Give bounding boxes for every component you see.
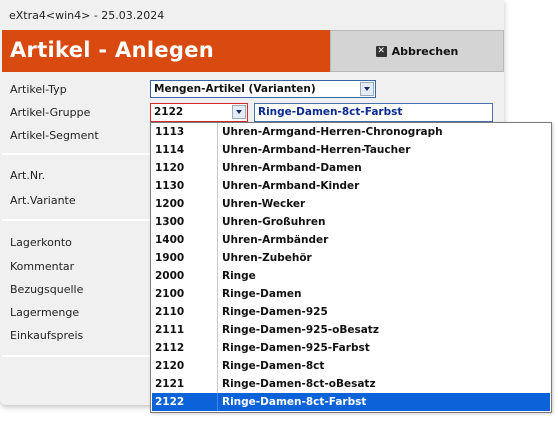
option-code: 1130 [152,177,218,195]
dropdown-option[interactable]: 2122 Ringe-Damen-8ct-Farbst [152,393,550,411]
lagerkonto-label: Lagerkonto [10,236,72,249]
close-icon: ✕ [375,45,387,57]
dropdown-option[interactable]: 1200 Uhren-Wecker [152,195,550,213]
window-title: eXtra4<win4> - 25.03.2024 [9,9,165,22]
option-code: 1900 [152,249,218,267]
artikel-typ-select[interactable]: Mengen-Artikel (Varianten) [150,80,376,98]
artikel-typ-value: Mengen-Artikel (Varianten) [154,83,316,95]
dropdown-option[interactable]: 2121 Ringe-Damen-8ct-oBesatz [152,375,550,393]
option-name: Uhren-Armgand-Herren-Chronograph [222,126,443,138]
dropdown-option[interactable]: 1300 Uhren-Großuhren [152,213,550,231]
option-code: 2112 [152,339,218,357]
artikel-gruppe-dropdown-list[interactable]: 1113 Uhren-Armgand-Herren-Chronograph 1114… [150,122,552,413]
dropdown-option[interactable]: 2000 Ringe [152,267,550,285]
dropdown-option[interactable]: 2100 Ringe-Damen [152,285,550,303]
option-name: Ringe-Damen-925-oBesatz [222,324,379,336]
option-code: 2110 [152,303,218,321]
option-code: 2000 [152,267,218,285]
dropdown-option[interactable]: 1120 Uhren-Armband-Damen [152,159,550,177]
option-name: Ringe-Damen [222,288,302,300]
option-name: Uhren-Armband-Kinder [222,180,360,192]
dropdown-option[interactable]: 1400 Uhren-Armbänder [152,231,550,249]
dropdown-option[interactable]: 1130 Uhren-Armband-Kinder [152,177,550,195]
dropdown-option[interactable]: 2112 Ringe-Damen-925-Farbst [152,339,550,357]
artikel-gruppe-description: Ringe-Damen-8ct-Farbst [254,103,493,122]
option-code: 2111 [152,321,218,339]
option-name: Ringe-Damen-8ct [222,360,325,372]
chevron-down-icon[interactable] [232,105,246,119]
option-name: Ringe [222,270,256,282]
dropdown-option[interactable]: 2120 Ringe-Damen-8ct [152,357,550,375]
artikel-typ-label: Artikel-Typ [10,83,67,96]
option-code: 2100 [152,285,218,303]
option-name: Uhren-Armbänder [222,234,329,246]
option-name: Uhren-Zubehör [222,252,312,264]
einkaufspreis-label: Einkaufspreis [10,329,84,342]
option-code: 1200 [152,195,218,213]
option-name: Ringe-Damen-8ct-Farbst [222,396,367,408]
dropdown-option[interactable]: 1114 Uhren-Armband-Herren-Taucher [152,141,550,159]
dropdown-option[interactable]: 2111 Ringe-Damen-925-oBesatz [152,321,550,339]
option-code: 1400 [152,231,218,249]
artikel-segment-label: Artikel-Segment [10,129,99,142]
option-name: Ringe-Damen-925 [222,306,328,318]
option-code: 1120 [152,159,218,177]
option-code: 2122 [152,393,218,411]
bezugsquelle-label: Bezugsquelle [10,283,84,296]
option-code: 2121 [152,375,218,393]
option-code: 1113 [152,123,218,141]
option-name: Uhren-Armband-Damen [222,162,362,174]
cancel-button[interactable]: ✕ Abbrechen [330,30,504,72]
artikel-gruppe-code: 2122 [154,106,184,118]
dropdown-option[interactable]: 2110 Ringe-Damen-925 [152,303,550,321]
option-name: Uhren-Großuhren [222,216,326,228]
option-code: 1114 [152,141,218,159]
option-name: Uhren-Wecker [222,198,306,210]
option-code: 2120 [152,357,218,375]
artikel-gruppe-select[interactable]: 2122 [150,103,248,122]
artvariante-label: Art.Variante [10,194,76,207]
artnr-label: Art.Nr. [10,169,46,182]
artikel-gruppe-label: Artikel-Gruppe [10,106,91,119]
option-code: 1300 [152,213,218,231]
option-name: Ringe-Damen-925-Farbst [222,342,370,354]
dropdown-option[interactable]: 1113 Uhren-Armgand-Herren-Chronograph [152,123,550,141]
chevron-down-icon[interactable] [360,82,374,96]
option-name: Ringe-Damen-8ct-oBesatz [222,378,376,390]
lagermenge-label: Lagermenge [10,306,80,319]
page-title: Artikel - Anlegen [10,38,214,62]
option-name: Uhren-Armband-Herren-Taucher [222,144,411,156]
kommentar-label: Kommentar [10,260,75,273]
dropdown-option[interactable]: 1900 Uhren-Zubehör [152,249,550,267]
cancel-button-label: Abbrechen [391,44,459,58]
